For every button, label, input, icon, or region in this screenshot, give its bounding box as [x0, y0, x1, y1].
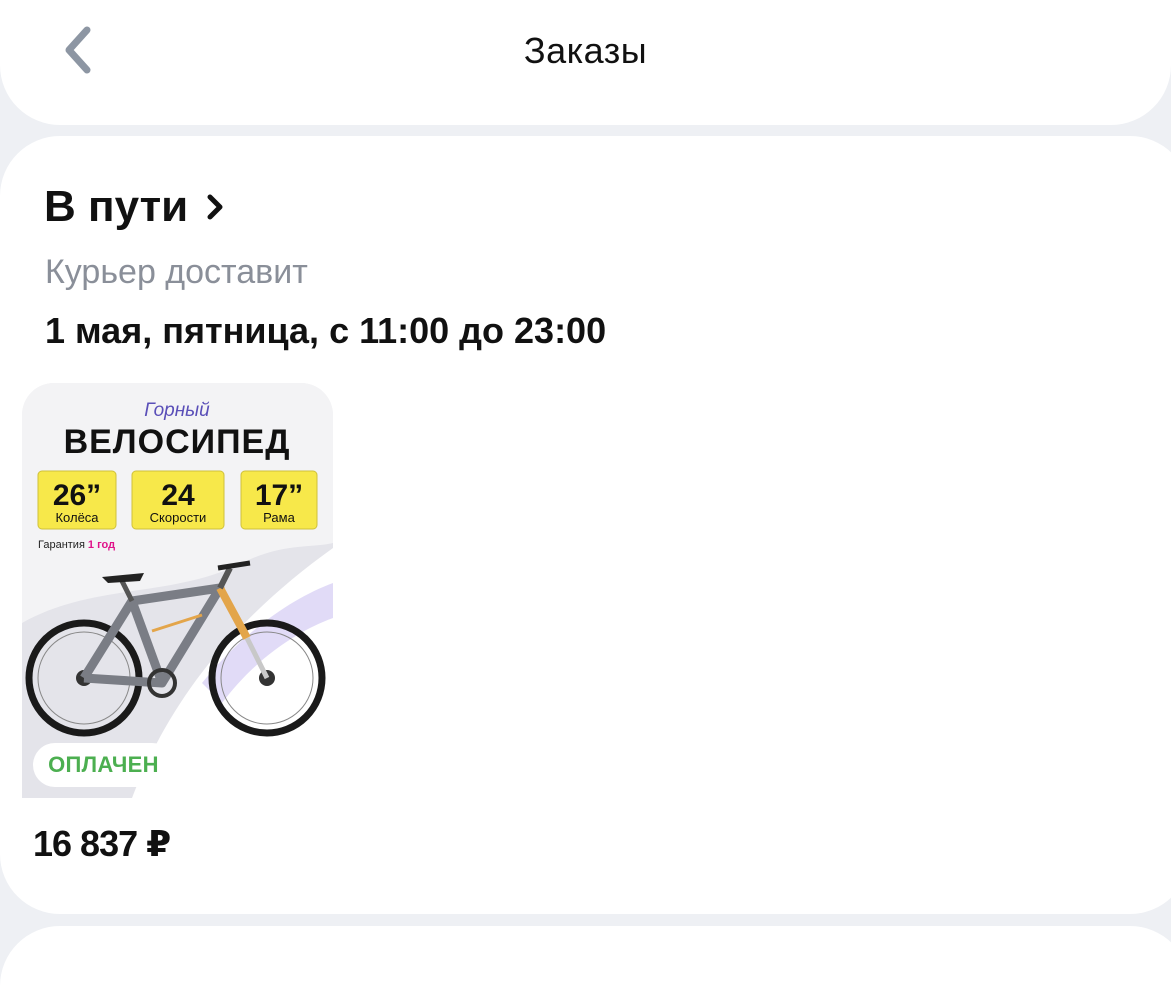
order-price: 16 837 ₽ — [33, 823, 171, 864]
order-status: В пути — [44, 182, 189, 231]
spec-frame-label: Рама — [263, 510, 295, 525]
product-image[interactable]: Горный ВЕЛОСИПЕД 26” Колёса 24 Скорости … — [22, 383, 333, 798]
next-order-card — [0, 926, 1171, 986]
courier-label: Курьер доставит — [45, 253, 308, 291]
spec-wheels-label: Колёса — [55, 510, 99, 525]
delivery-time: 1 мая, пятница, с 11:00 до 23:00 — [45, 310, 607, 351]
top-bar: Заказы — [0, 0, 1171, 125]
chevron-right-icon — [206, 192, 224, 222]
spec-frame-value: 17” — [255, 479, 303, 512]
spec-wheels-value: 26” — [53, 479, 101, 512]
spec-speeds-label: Скорости — [150, 510, 207, 525]
paid-status-badge: ОПЛАЧЕН — [33, 743, 174, 787]
warranty-text: Гарантия 1 год — [38, 539, 115, 551]
warranty-prefix: Гарантия — [38, 539, 85, 551]
product-subtitle: Горный — [144, 400, 210, 421]
warranty-value: 1 год — [88, 539, 115, 551]
page-title: Заказы — [523, 30, 648, 71]
product-title: ВЕЛОСИПЕД — [64, 423, 291, 461]
spec-speeds-value: 24 — [161, 479, 195, 512]
order-status-link[interactable]: В пути — [44, 182, 224, 232]
